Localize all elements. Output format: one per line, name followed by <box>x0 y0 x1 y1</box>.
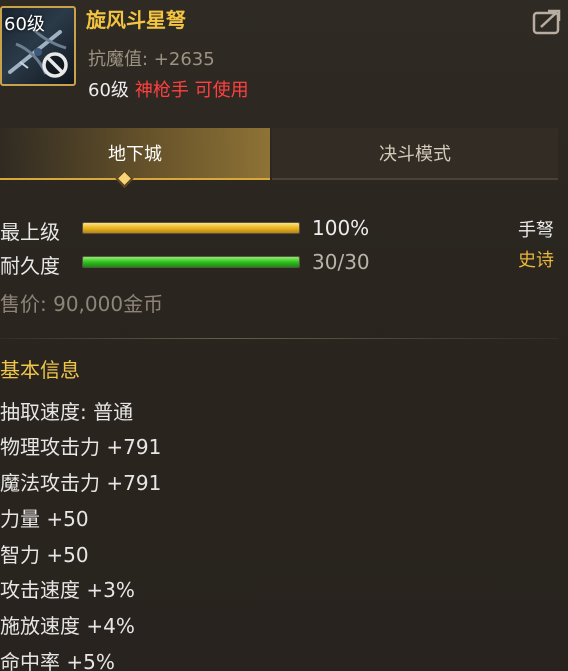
attribute-line: 物理攻击力 +791 <box>0 435 162 459</box>
durability-label: 耐久度 <box>0 254 60 278</box>
grade-value: 100% <box>312 216 370 240</box>
attribute-line: 命中率 +5% <box>0 650 115 671</box>
attribute-line: 攻击速度 +3% <box>0 578 135 602</box>
attribute-line: 魔法攻击力 +791 <box>0 471 162 495</box>
section-divider <box>0 338 558 339</box>
mode-tabs: 地下城 决斗模式 <box>0 128 558 180</box>
attribute-line: 智力 +50 <box>0 543 89 567</box>
anti-magic-value: 抗魔值: +2635 <box>88 49 215 70</box>
item-icon-level: 60级 <box>4 14 45 35</box>
item-tooltip-panel: 60级 旋风斗星弩 抗魔值: +2635 60级 神枪手 可使用 地下城 决斗模式… <box>0 0 568 671</box>
required-class: 神枪手 可使用 <box>134 80 249 101</box>
requirement-line: 60级 神枪手 可使用 <box>88 76 249 102</box>
rarity-label: 史诗 <box>518 250 554 271</box>
tab-duel-mode[interactable]: 决斗模式 <box>272 128 558 180</box>
share-icon[interactable] <box>532 8 562 36</box>
durability-bar <box>82 256 300 268</box>
grade-label: 最上级 <box>0 220 60 244</box>
grade-bar-fill <box>83 223 299 233</box>
grade-bar <box>82 222 300 234</box>
forbidden-icon <box>42 52 68 78</box>
item-name: 旋风斗星弩 <box>86 8 186 32</box>
durability-value: 30/30 <box>312 250 370 274</box>
attribute-line: 力量 +50 <box>0 507 89 531</box>
durability-bar-fill <box>83 257 299 267</box>
attribute-line: 抽取速度: 普通 <box>0 400 134 424</box>
tab-dungeon[interactable]: 地下城 <box>0 128 270 180</box>
attribute-line: 施放速度 +4% <box>0 614 135 638</box>
weapon-type: 手弩 <box>518 220 554 241</box>
item-icon-slot[interactable]: 60级 <box>0 6 76 86</box>
sell-price: 售价: 90,000金币 <box>0 292 164 316</box>
basic-info-title: 基本信息 <box>0 358 80 382</box>
required-level: 60级 <box>88 80 129 101</box>
